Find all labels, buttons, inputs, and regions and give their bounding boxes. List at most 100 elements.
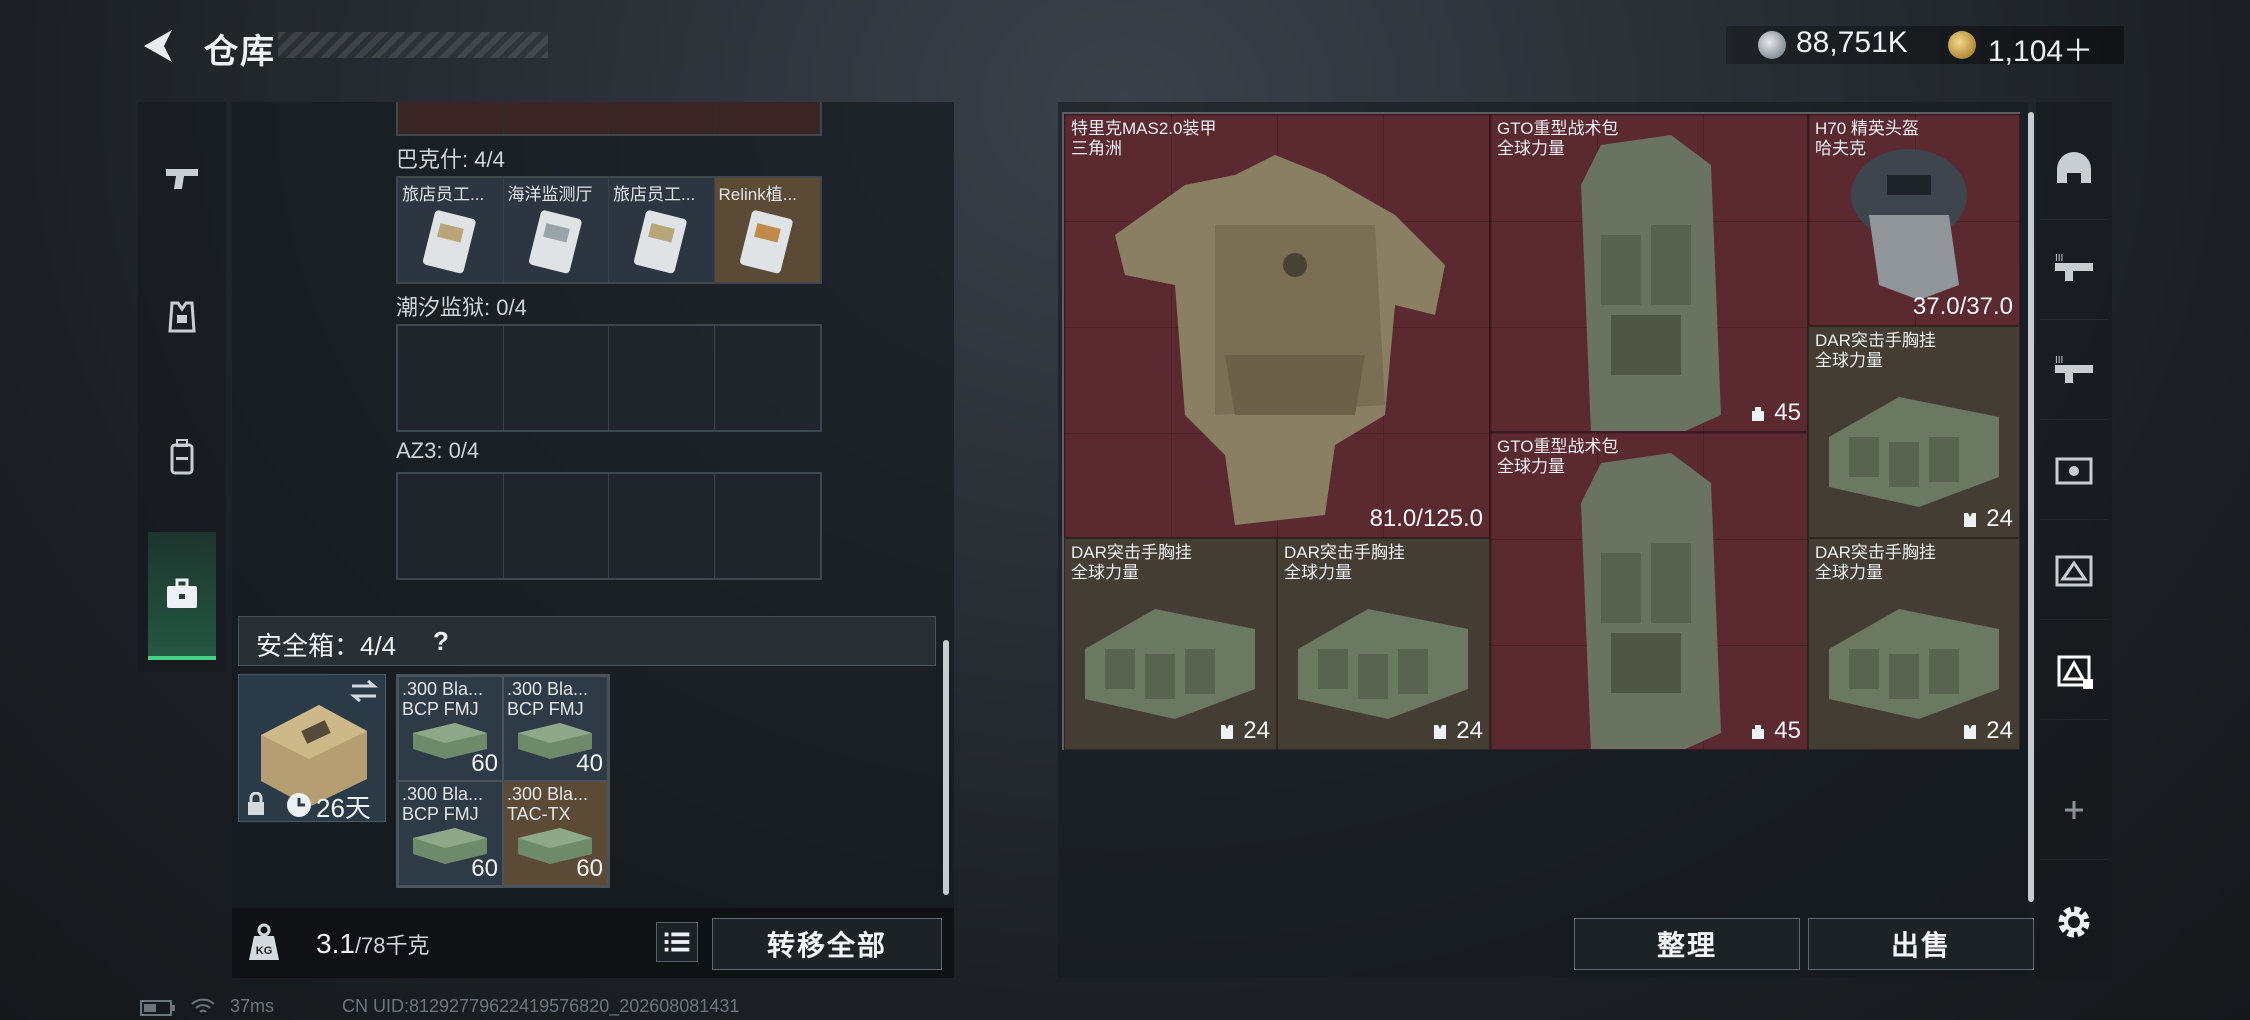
empty-slot[interactable] <box>609 326 715 430</box>
section-label-bakshi: 巴克什: 4/4 <box>396 147 505 172</box>
gold-balance[interactable]: 1,104＋ <box>1988 26 2093 70</box>
keycard-icon <box>422 210 476 274</box>
capacity: 45 <box>1748 399 1801 427</box>
svg-text:III: III <box>2055 355 2063 366</box>
document-item[interactable]: 旅店员工... <box>398 178 504 282</box>
armor-slot[interactable]: 特里克MAS2.0装甲 三角洲 81.0/125.0 <box>1064 114 1490 538</box>
ammo-count: 60 <box>576 855 603 882</box>
lock-icon <box>248 792 264 815</box>
tidal-prison-container-grid <box>396 324 822 432</box>
rnav-primary-weapon[interactable]: III <box>2040 220 2108 320</box>
nav-backpack[interactable] <box>138 392 226 522</box>
ammo-item[interactable]: .300 Bla... BCP FMJ 60 <box>398 781 503 886</box>
capacity: 45 <box>1748 717 1801 745</box>
document-item[interactable]: Relink植... <box>714 178 820 282</box>
helmet-slot[interactable]: H70 精英头盔 哈夫克 37.0/37.0 <box>1808 114 2020 326</box>
help-icon[interactable]: ? <box>424 624 458 658</box>
chest-rig-slot[interactable]: DAR突击手胸挂 全球力量 24 <box>1277 538 1490 750</box>
ammo-name: .300 Bla... <box>507 784 589 804</box>
capacity: 24 <box>1960 505 2013 533</box>
loadout-scrollbar[interactable] <box>2028 112 2034 902</box>
bakshi-container-grid: 旅店员工... 海洋监测厅 旅店员工... Relink植... <box>396 176 822 284</box>
plus-icon <box>2065 800 2083 819</box>
capacity-value: 24 <box>1456 717 1483 744</box>
section-label-tidal-prison: 潮汐监狱: 0/4 <box>396 295 527 320</box>
nav-safebox[interactable] <box>148 532 216 660</box>
briefcase-icon <box>167 578 197 608</box>
capacity-value: 24 <box>1243 717 1270 744</box>
back-arrow-icon[interactable] <box>138 26 178 66</box>
transfer-all-button[interactable]: 转移全部 <box>712 918 942 970</box>
chest-rig-slot[interactable]: DAR突击手胸挂 全球力量 24 <box>1064 538 1277 750</box>
rnav-armor[interactable] <box>2040 420 2108 520</box>
clock-icon <box>287 793 311 817</box>
list-view-button[interactable] <box>656 922 698 962</box>
document-item[interactable]: 旅店员工... <box>609 178 715 282</box>
item-name: Relink植... <box>718 185 797 204</box>
item-name: 旅店员工... <box>402 185 485 204</box>
keycard-icon <box>739 210 793 274</box>
ammo-type: BCP FMJ <box>507 699 584 719</box>
backpack-icon <box>2057 655 2093 689</box>
svg-text:?: ? <box>433 626 449 656</box>
empty-slot[interactable] <box>609 474 715 578</box>
silver-balance: 88,751K <box>1796 26 1908 59</box>
helmet-icon <box>2057 151 2091 183</box>
capacity-value: 24 <box>1986 717 2013 744</box>
backpack-icon <box>170 439 194 475</box>
backpack-image <box>1581 135 1721 431</box>
chest-rig-slot[interactable]: DAR突击手胸挂 全球力量 24 <box>1808 326 2020 538</box>
empty-slot[interactable] <box>398 326 504 430</box>
nav-armor[interactable] <box>138 252 226 382</box>
ammo-name: .300 Bla... <box>507 679 589 699</box>
safebox-ammo-grid: .300 Bla... BCP FMJ 60 .300 Bla... BCP FMJ… <box>396 674 610 888</box>
safebox-label: 安全箱：4/4 <box>256 631 397 661</box>
empty-slot[interactable] <box>504 474 609 578</box>
rnav-backpack[interactable] <box>2040 620 2108 720</box>
list-icon <box>664 932 690 952</box>
silver-coin-icon <box>1758 31 1786 59</box>
ammo-item[interactable]: .300 Bla... TAC-TX 60 <box>503 781 608 886</box>
ammo-item[interactable]: .300 Bla... BCP FMJ 60 <box>398 676 503 781</box>
sell-button[interactable]: 出售 <box>1808 918 2034 970</box>
rnav-helmet[interactable] <box>2040 120 2108 220</box>
az3-container-grid <box>396 472 822 580</box>
swap-icon[interactable] <box>348 678 380 704</box>
gear-icon <box>2058 906 2090 938</box>
document-item[interactable]: 海洋监测厅 <box>503 178 609 282</box>
ammo-count: 60 <box>471 750 498 777</box>
rnav-chest-rig[interactable] <box>2040 520 2108 620</box>
gold-coin-icon <box>1948 31 1976 59</box>
ping-text: 37ms <box>230 996 275 1016</box>
section-label-az3: AZ3: 0/4 <box>396 438 480 463</box>
uid-text: CN UID:81292779622419576820_202608081431 <box>342 996 740 1016</box>
ammo-name: .300 Bla... <box>402 679 484 699</box>
backpack-slot[interactable]: GTO重型战术包 全球力量 45 <box>1490 432 1808 750</box>
capacity-icon <box>1752 407 1765 421</box>
stash-scrollbar[interactable] <box>943 640 949 895</box>
capacity: 24 <box>1430 717 1483 745</box>
nav-weapons[interactable] <box>138 112 226 242</box>
ammo-name: .300 Bla... <box>402 784 484 804</box>
empty-slot[interactable] <box>715 326 821 430</box>
capacity-value: 45 <box>1774 717 1801 744</box>
durability: 81.0/125.0 <box>1369 505 1483 532</box>
weight-kg-icon: KG <box>249 923 279 960</box>
ammo-type: TAC-TX <box>507 804 571 824</box>
sort-button[interactable]: 整理 <box>1574 918 1800 970</box>
chest-rig-slot[interactable]: DAR突击手胸挂 全球力量 24 <box>1808 538 2020 750</box>
rnav-settings[interactable] <box>2040 872 2108 972</box>
capacity: 24 <box>1217 717 1270 745</box>
empty-slot[interactable] <box>715 474 821 578</box>
ammo-item[interactable]: .300 Bla... BCP FMJ 40 <box>503 676 608 781</box>
rnav-secondary-weapon[interactable]: III <box>2040 320 2108 420</box>
capacity-icon <box>1964 725 1977 739</box>
capacity: 24 <box>1960 717 2013 745</box>
backpack-slot[interactable]: GTO重型战术包 全球力量 45 <box>1490 114 1808 432</box>
empty-slot[interactable] <box>398 474 504 578</box>
safebox-days-remaining: 26天 <box>316 793 371 823</box>
rnav-add[interactable] <box>2040 760 2108 860</box>
svg-text:KG: KG <box>256 945 273 957</box>
empty-slot[interactable] <box>504 326 609 430</box>
capacity-icon <box>1221 725 1234 739</box>
